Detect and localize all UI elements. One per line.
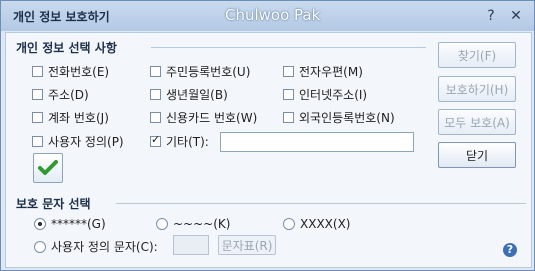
user-name-overlay: Chulwoo Pak [225, 6, 321, 24]
close-window-button[interactable]: ✕ [507, 7, 525, 25]
close-button[interactable]: 닫기 [438, 142, 516, 168]
apply-check-button[interactable] [33, 153, 63, 183]
checkbox-box[interactable] [150, 89, 161, 100]
checkbox-account-number[interactable]: 계좌 번호(J) [32, 109, 109, 126]
question-icon: ? [487, 8, 495, 24]
checkbox-label: 사용자 정의(P) [48, 135, 124, 149]
checkbox-other[interactable]: 기타(T): [150, 133, 209, 150]
checkbox-label: 전자우편(M) [299, 65, 363, 79]
checkbox-label: 외국인등록번호(N) [299, 111, 395, 125]
dialog-content: 개인 정보 선택 사항 전화번호(E) 주민등록번호(U) 전자우편(M) 주소… [5, 32, 532, 268]
checkbox-box[interactable] [150, 133, 161, 147]
help-button[interactable]: ? [482, 7, 500, 25]
checkbox-box[interactable] [283, 112, 294, 123]
radio-custom-char[interactable]: 사용자 정의 문자(C): [34, 238, 158, 255]
checkbox-box[interactable] [283, 66, 294, 77]
checkbox-label: 인터넷주소(I) [299, 88, 368, 102]
other-text-field[interactable] [220, 132, 414, 152]
checkbox-label: 기타(T): [166, 135, 209, 149]
checkbox-box[interactable] [32, 66, 43, 77]
radio-label: ~~~~(K) [173, 217, 231, 231]
checkbox-box[interactable] [283, 89, 294, 100]
find-button[interactable]: 찾기(F) [438, 42, 516, 68]
checkbox-box[interactable] [32, 136, 43, 147]
protect-char-section-title: 보호 문자 선택 [16, 197, 91, 211]
radio-circle[interactable] [283, 218, 295, 230]
radio-asterisks[interactable]: ******(G) [34, 217, 106, 231]
radio-circle[interactable] [156, 218, 168, 230]
checkbox-credit-card[interactable]: 신용카드 번호(W) [150, 109, 257, 126]
checkbox-email[interactable]: 전자우편(M) [283, 63, 363, 80]
protect-button[interactable]: 보호하기(H) [438, 76, 516, 102]
custom-char-field[interactable] [173, 235, 209, 255]
checkbox-label: 전화번호(E) [48, 65, 110, 79]
checkbox-user-defined[interactable]: 사용자 정의(P) [32, 133, 124, 150]
section-divider [116, 203, 526, 204]
checkbox-foreigner-number[interactable]: 외국인등록번호(N) [283, 109, 395, 126]
radio-xxxx[interactable]: XXXX(X) [283, 217, 350, 231]
section-divider [151, 47, 426, 48]
radio-tildes[interactable]: ~~~~(K) [156, 217, 230, 231]
checkbox-birthdate[interactable]: 생년월일(B) [150, 86, 228, 103]
checkbox-label: 계좌 번호(J) [48, 111, 109, 125]
dialog-title: 개인 정보 보호하기 [13, 10, 110, 24]
checkbox-label: 주소(D) [48, 88, 89, 102]
checkbox-resident-number[interactable]: 주민등록번호(U) [150, 63, 250, 80]
checkbox-box[interactable] [150, 66, 161, 77]
protect-all-button[interactable]: 모두 보호(A) [438, 109, 516, 135]
close-icon: ✕ [510, 8, 522, 24]
checkbox-address[interactable]: 주소(D) [32, 86, 89, 103]
checkmark-icon [38, 160, 58, 175]
radio-label: XXXX(X) [300, 217, 351, 231]
radio-label: 사용자 정의 문자(C): [51, 240, 158, 254]
help-icon[interactable]: ? [503, 243, 517, 257]
radio-label: ******(G) [51, 217, 106, 231]
checkbox-box[interactable] [32, 112, 43, 123]
checkbox-internet-address[interactable]: 인터넷주소(I) [283, 86, 367, 103]
title-bar[interactable]: 개인 정보 보호하기 Chulwoo Pak ? ✕ [1, 1, 534, 31]
personal-info-section-title: 개인 정보 선택 사항 [16, 41, 117, 55]
char-table-button[interactable]: 문자표(R) [218, 235, 276, 255]
radio-circle[interactable] [34, 240, 46, 253]
radio-circle[interactable] [34, 218, 46, 230]
checkbox-box[interactable] [32, 89, 43, 100]
checkbox-box[interactable] [150, 112, 161, 123]
checkbox-label: 생년월일(B) [166, 88, 228, 102]
checkbox-label: 신용카드 번호(W) [166, 111, 258, 125]
checkbox-phone[interactable]: 전화번호(E) [32, 63, 109, 80]
dialog-window: 개인 정보 보호하기 Chulwoo Pak ? ✕ 개인 정보 선택 사항 전… [0, 0, 535, 271]
checkbox-label: 주민등록번호(U) [166, 65, 251, 79]
